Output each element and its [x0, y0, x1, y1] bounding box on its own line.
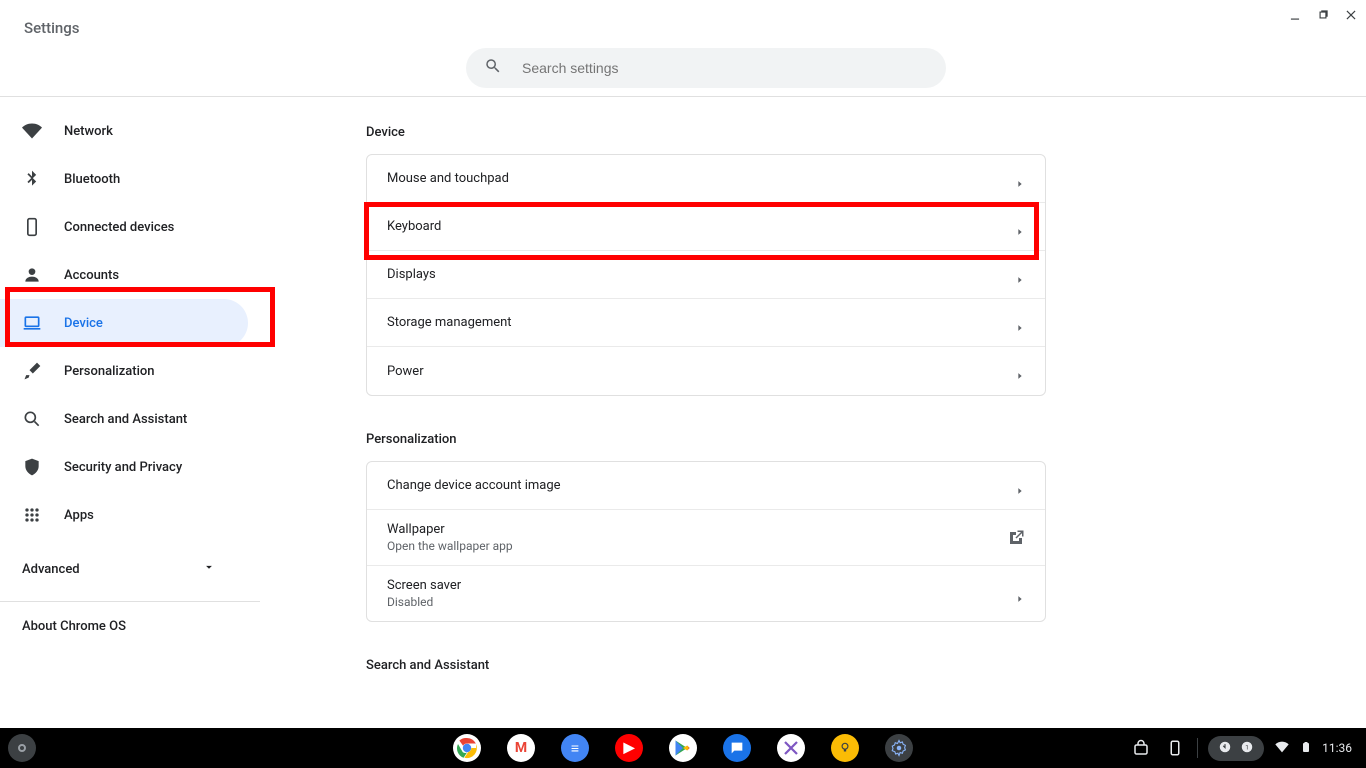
magnifier-icon — [22, 409, 42, 429]
tray-tote-icon[interactable] — [1129, 736, 1153, 760]
section-title-search-assistant: Search and Assistant — [366, 658, 1046, 673]
app-docs[interactable]: ≡ — [561, 734, 589, 762]
row-displays[interactable]: Displays — [367, 251, 1045, 299]
search-bar[interactable] — [466, 48, 946, 88]
search-input[interactable] — [522, 60, 928, 76]
person-icon — [22, 265, 42, 285]
sidebar-item-search-assistant[interactable]: Search and Assistant — [0, 395, 280, 443]
shelf: M ≡ ▶ 1 11:36 — [0, 728, 1366, 768]
sidebar-advanced-label: Advanced — [22, 562, 80, 577]
sidebar-item-label: Bluetooth — [64, 172, 120, 187]
sidebar-item-label: Search and Assistant — [64, 412, 187, 427]
launcher-icon — [18, 744, 26, 752]
row-power[interactable]: Power — [367, 347, 1045, 395]
row-label: Wallpaper — [387, 522, 513, 537]
row-screen-saver[interactable]: Screen saver Disabled — [367, 566, 1045, 621]
chevron-right-icon — [1015, 318, 1025, 328]
sidebar-item-label: Connected devices — [64, 220, 174, 235]
status-tray[interactable]: 1 — [1208, 736, 1264, 761]
chevron-right-icon — [1015, 481, 1025, 491]
laptop-icon — [22, 313, 42, 333]
row-label: Displays — [387, 267, 436, 282]
sidebar: Network Bluetooth Connected devices Acco… — [0, 97, 280, 650]
personalization-card: Change device account image Wallpaper Op… — [366, 461, 1046, 622]
shield-icon — [22, 457, 42, 477]
sidebar-item-about[interactable]: About Chrome OS — [0, 602, 280, 650]
chevron-down-icon — [202, 560, 216, 578]
row-sublabel: Disabled — [387, 595, 461, 609]
battery-status-icon[interactable] — [1300, 739, 1312, 758]
main-content: Device Mouse and touchpad Keyboard Displ… — [366, 97, 1046, 687]
chevron-right-icon — [1015, 270, 1025, 280]
chevron-right-icon — [1015, 174, 1025, 184]
notification-badge: 1 — [1240, 740, 1254, 757]
search-icon — [484, 57, 502, 79]
chevron-right-icon — [1015, 366, 1025, 376]
sidebar-item-connected-devices[interactable]: Connected devices — [0, 203, 280, 251]
row-label: Screen saver — [387, 578, 461, 593]
sidebar-item-label: Accounts — [64, 268, 119, 283]
row-label: Power — [387, 364, 424, 379]
sidebar-item-personalization[interactable]: Personalization — [0, 347, 280, 395]
sidebar-advanced-toggle[interactable]: Advanced — [0, 545, 240, 593]
clock[interactable]: 11:36 — [1322, 741, 1352, 755]
app-youtube[interactable]: ▶ — [615, 734, 643, 762]
sidebar-item-device[interactable]: Device — [0, 299, 248, 347]
row-keyboard[interactable]: Keyboard — [367, 203, 1045, 251]
sidebar-item-label: Network — [64, 124, 113, 139]
section-title-device: Device — [366, 125, 1046, 140]
sidebar-item-label: Personalization — [64, 364, 155, 379]
row-label: Storage management — [387, 315, 512, 330]
minimize-button[interactable] — [1288, 8, 1302, 22]
app-play-store[interactable] — [669, 734, 697, 762]
row-change-account-image[interactable]: Change device account image — [367, 462, 1045, 510]
row-mouse-touchpad[interactable]: Mouse and touchpad — [367, 155, 1045, 203]
chevron-right-icon — [1015, 222, 1025, 232]
bluetooth-icon — [22, 169, 42, 189]
app-editor[interactable] — [777, 734, 805, 762]
sidebar-item-label: Security and Privacy — [64, 460, 182, 475]
brush-icon — [22, 361, 42, 381]
chevron-right-icon — [1015, 589, 1025, 599]
row-label: Keyboard — [387, 219, 441, 234]
section-title-personalization: Personalization — [366, 432, 1046, 447]
device-card: Mouse and touchpad Keyboard Displays Sto… — [366, 154, 1046, 396]
update-icon — [1218, 740, 1232, 757]
sidebar-item-label: Apps — [64, 508, 94, 523]
sidebar-item-label: About Chrome OS — [22, 619, 126, 634]
svg-text:1: 1 — [1245, 743, 1249, 751]
sidebar-item-bluetooth[interactable]: Bluetooth — [0, 155, 280, 203]
sidebar-item-apps[interactable]: Apps — [0, 491, 280, 539]
app-keep[interactable] — [831, 734, 859, 762]
close-button[interactable] — [1344, 8, 1358, 22]
row-label: Change device account image — [387, 478, 561, 493]
app-chrome[interactable] — [453, 734, 481, 762]
app-settings[interactable] — [885, 734, 913, 762]
restore-button[interactable] — [1316, 8, 1330, 22]
row-label: Mouse and touchpad — [387, 171, 509, 186]
sidebar-item-label: Device — [64, 316, 103, 331]
divider — [1197, 738, 1198, 758]
wifi-status-icon[interactable] — [1274, 739, 1290, 758]
row-wallpaper[interactable]: Wallpaper Open the wallpaper app — [367, 510, 1045, 566]
apps-grid-icon — [22, 505, 42, 525]
shelf-pinned-apps: M ≡ ▶ — [453, 734, 913, 762]
external-link-icon — [1007, 529, 1025, 547]
row-sublabel: Open the wallpaper app — [387, 539, 513, 553]
sidebar-item-accounts[interactable]: Accounts — [0, 251, 280, 299]
sidebar-item-security-privacy[interactable]: Security and Privacy — [0, 443, 280, 491]
page-title: Settings — [24, 19, 80, 37]
app-messages[interactable] — [723, 734, 751, 762]
sidebar-item-network[interactable]: Network — [0, 107, 280, 155]
tray-phone-icon[interactable] — [1163, 736, 1187, 760]
phone-icon — [22, 217, 42, 237]
app-gmail[interactable]: M — [507, 734, 535, 762]
launcher-button[interactable] — [8, 734, 36, 762]
wifi-icon — [22, 121, 42, 141]
row-storage-management[interactable]: Storage management — [367, 299, 1045, 347]
